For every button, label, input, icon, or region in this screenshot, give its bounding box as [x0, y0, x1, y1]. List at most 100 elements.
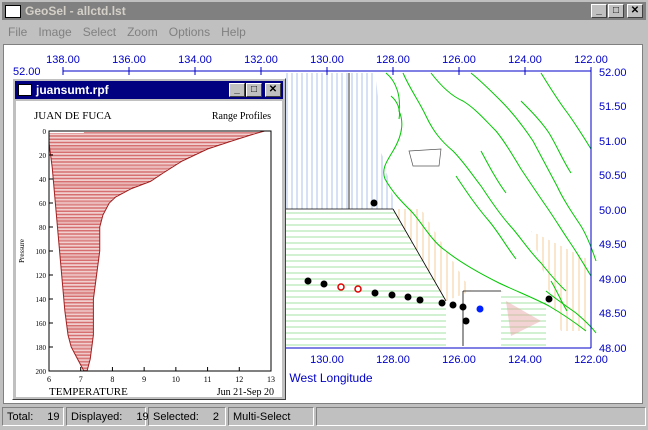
- lat-tick-49-5: 49.50: [599, 239, 627, 251]
- status-mode: Multi-Select: [228, 407, 314, 426]
- map-xlabel: West Longitude: [289, 371, 372, 385]
- station-marker: [370, 199, 378, 207]
- lon-tick-130: 130.00: [310, 54, 344, 66]
- lon-tick-132: 132.00: [244, 54, 278, 66]
- bottom-longitude-axis: 130.00 128.00 126.00 124.00 122.00 West …: [286, 347, 608, 385]
- lon-tick-134: 134.00: [178, 54, 212, 66]
- status-displayed-value: 19: [136, 411, 149, 423]
- station-marker: [371, 289, 379, 297]
- status-displayed: Displayed: 19: [66, 407, 149, 426]
- x-tick-label: 6: [47, 375, 51, 384]
- menu-options[interactable]: Options: [169, 25, 210, 39]
- plot-title-right: Range Profiles: [212, 111, 271, 122]
- y-tick-label: 40: [39, 176, 47, 184]
- maximize-button[interactable]: □: [608, 4, 624, 18]
- menu-help[interactable]: Help: [221, 25, 246, 39]
- plot-bottom-right: Jun 21-Sep 20: [217, 387, 274, 397]
- lon-tick-138: 138.00: [46, 54, 80, 66]
- y-tick-label: 180: [36, 344, 47, 352]
- lat-tick-51: 51.00: [599, 136, 627, 148]
- station-marker: [545, 295, 553, 303]
- lon-tick-128: 128.00: [376, 54, 410, 66]
- app-titlebar: GeoSel - allctd.lst _ □ ✕: [2, 2, 646, 20]
- left-lat-label: 52.00: [13, 66, 41, 78]
- child-close-button[interactable]: ✕: [265, 83, 281, 97]
- top-longitude-axis: 138.00 136.00 134.00 132.00 130.00 128.0…: [46, 54, 608, 75]
- child-title: juansumt.rpf: [36, 83, 109, 97]
- status-displayed-label: Displayed:: [71, 411, 123, 423]
- lat-tick-50: 50.00: [599, 205, 627, 217]
- lat-tick-50-5: 50.50: [599, 170, 627, 182]
- range-profiles-window[interactable]: juansumt.rpf _ □ ✕ JUAN DE FUCA Range Pr…: [12, 78, 286, 400]
- lon-tick-124: 124.00: [508, 54, 542, 66]
- status-bar: Total: 19 Displayed: 19 Selected: 2 Multi-S…: [2, 407, 646, 428]
- x-tick-label: 11: [204, 375, 212, 384]
- plot-bottom-left: TEMPERATURE: [49, 386, 128, 397]
- right-latitude-axis: 52.00 51.50 51.00 50.50 50.00 49.50 49.0…: [590, 67, 627, 355]
- range-hatching: [49, 130, 265, 371]
- blon-tick-128: 128.00: [376, 354, 410, 366]
- plot-title-left: JUAN DE FUCA: [34, 110, 112, 122]
- y-tick-label: 160: [36, 320, 47, 328]
- lon-tick-136: 136.00: [112, 54, 146, 66]
- plot-ylabel: Pressure: [18, 239, 26, 263]
- minimize-button[interactable]: _: [591, 4, 607, 18]
- menu-bar: File Image Select Zoom Options Help: [2, 22, 646, 42]
- menu-file[interactable]: File: [8, 25, 27, 39]
- x-tick-label: 9: [142, 375, 146, 384]
- x-tick-label: 10: [172, 375, 180, 384]
- x-tick-label: 13: [267, 375, 275, 384]
- station-marker: [304, 277, 312, 285]
- y-tick-label: 120: [36, 272, 47, 280]
- station-marker: [449, 301, 457, 309]
- status-total-value: 19: [47, 411, 60, 423]
- y-tick-label: 80: [39, 224, 47, 232]
- child-titlebar[interactable]: juansumt.rpf _ □ ✕: [15, 81, 283, 99]
- station-marker: [416, 296, 424, 304]
- child-maximize-button[interactable]: □: [246, 83, 262, 97]
- y-tick-label: 100: [36, 248, 47, 256]
- lat-tick-49: 49.00: [599, 274, 627, 286]
- status-selected-value: 2: [212, 411, 219, 423]
- app-title: GeoSel - allctd.lst: [25, 4, 126, 18]
- child-minimize-button[interactable]: _: [229, 83, 245, 97]
- status-total: Total: 19: [2, 407, 64, 426]
- selected-station-marker: [354, 285, 362, 293]
- y-tick-label: 140: [36, 296, 47, 304]
- blon-tick-124: 124.00: [508, 354, 542, 366]
- y-tick-label: 0: [43, 128, 47, 136]
- x-tick-label: 8: [110, 375, 114, 384]
- profile-plot-area: JUAN DE FUCA Range Profiles Pressure TEM…: [16, 101, 282, 398]
- region-grid: [286, 73, 591, 346]
- lat-tick-48-5: 48.50: [599, 308, 627, 320]
- menu-zoom[interactable]: Zoom: [127, 25, 158, 39]
- app-icon: [5, 4, 21, 18]
- close-button[interactable]: ✕: [627, 4, 643, 18]
- station-marker: [388, 291, 396, 299]
- selected-station-marker: [337, 283, 345, 291]
- highlighted-station-marker: [476, 305, 484, 313]
- station-marker: [438, 299, 446, 307]
- lon-tick-126: 126.00: [442, 54, 476, 66]
- blon-tick-130: 130.00: [310, 354, 344, 366]
- status-empty-pane: [316, 407, 646, 426]
- profile-chart: JUAN DE FUCA Range Profiles Pressure TEM…: [18, 110, 275, 398]
- lon-tick-122: 122.00: [574, 54, 608, 66]
- station-marker: [404, 293, 412, 301]
- status-selected-label: Selected:: [153, 411, 199, 423]
- blon-tick-126: 126.00: [442, 354, 476, 366]
- station-marker: [462, 317, 470, 325]
- menu-select[interactable]: Select: [83, 25, 116, 39]
- lat-tick-52: 52.00: [599, 67, 627, 79]
- lat-tick-51-5: 51.50: [599, 101, 627, 113]
- x-tick-label: 12: [235, 375, 243, 384]
- menu-image[interactable]: Image: [38, 25, 71, 39]
- y-tick-label: 20: [39, 152, 47, 160]
- status-selected: Selected: 2: [148, 407, 226, 426]
- y-tick-label: 60: [39, 200, 47, 208]
- blon-tick-122: 122.00: [574, 354, 608, 366]
- x-tick-label: 7: [79, 375, 83, 384]
- status-total-label: Total:: [7, 411, 34, 423]
- station-marker: [459, 303, 467, 311]
- station-marker: [320, 280, 328, 288]
